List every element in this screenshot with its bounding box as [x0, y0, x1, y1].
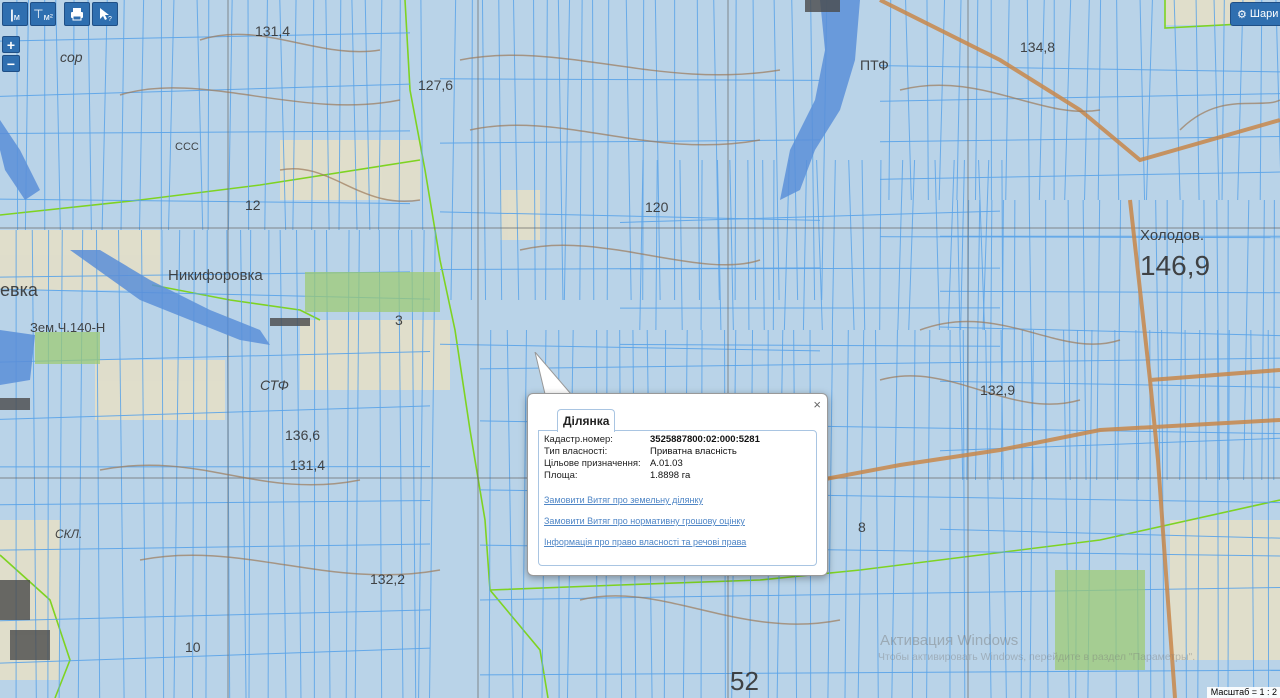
map-label: 132,9	[980, 382, 1015, 398]
map-label: ССС	[175, 141, 199, 153]
map-label: евка	[0, 280, 39, 300]
map-label: 132,2	[370, 571, 405, 587]
map-label: 8	[858, 519, 866, 535]
map-label: сор	[60, 49, 83, 65]
info-label: Цільове призначення:	[544, 458, 641, 469]
identify-button[interactable]: ?	[92, 2, 118, 26]
info-label: Площа:	[544, 470, 578, 481]
map-label: 52	[730, 666, 759, 696]
measure-length-label: м	[13, 12, 20, 22]
layers-label: Шари	[1249, 8, 1279, 20]
parcel-popup: × Ділянка Кадастр.номер: 3525887800:02:0…	[527, 393, 828, 576]
info-row-purpose: Цільове призначення: A.01.03	[544, 458, 811, 470]
popup-pointer	[534, 352, 573, 396]
area-ruler-icon: ⊤	[33, 7, 44, 21]
info-label: Тип власності:	[544, 446, 608, 457]
measure-area-label: м²	[43, 12, 53, 22]
zoom-control: + −	[2, 36, 20, 72]
order-valuation-extract-link[interactable]: Замовити Витяг про нормативну грошову оц…	[544, 516, 811, 526]
scale-label: Масштаб = 1 : 2	[1206, 687, 1280, 698]
cursor-help-icon: ?	[100, 8, 112, 22]
map-label: Никифоровка	[168, 267, 263, 284]
map-label: 146,9	[1140, 250, 1210, 281]
map-label: 131,4	[255, 23, 290, 39]
tab-parcel[interactable]: Ділянка	[557, 409, 616, 432]
map-label: 136,6	[285, 427, 320, 443]
gear-icon: ⚙	[1237, 8, 1247, 21]
zoom-out-button[interactable]: −	[2, 55, 20, 72]
cadastral-map[interactable]: 131,4 сор 127,6 ПТФ 134,8 ССС 12 120 Ник…	[0, 0, 1280, 698]
map-label: 10	[185, 639, 201, 655]
zoom-in-button[interactable]: +	[2, 36, 20, 53]
map-label: Холодов.	[1140, 227, 1204, 244]
map-label: СКЛ.	[55, 527, 82, 541]
info-row-ownership: Тип власності: Приватна власність	[544, 446, 811, 458]
parcel-info: Кадастр.номер: 3525887800:02:000:5281 Ти…	[538, 430, 817, 566]
map-label: 3	[395, 312, 403, 328]
order-parcel-extract-link[interactable]: Замовити Витяг про земельну ділянку	[544, 495, 811, 505]
windows-activation-subtitle: Чтобы активировать Windows, перейдите в …	[878, 651, 1196, 663]
info-label: Кадастр.номер:	[544, 434, 613, 445]
measure-toolbar: | м ⊤ м²	[2, 2, 56, 26]
print-button[interactable]	[64, 2, 90, 26]
close-icon[interactable]: ×	[813, 397, 821, 412]
svg-text:?: ?	[108, 16, 112, 22]
map-label: 134,8	[1020, 39, 1055, 55]
map-label: 131,4	[290, 457, 325, 473]
map-label: Зем.Ч.140-Н	[30, 320, 105, 335]
info-row-area: Площа: 1.8898 га	[544, 470, 811, 482]
parcel-area: 1.8898 га	[650, 470, 691, 481]
tools-toolbar: ?	[64, 2, 118, 26]
measure-area-button[interactable]: ⊤ м²	[30, 2, 56, 26]
print-icon	[71, 8, 83, 21]
measure-length-button[interactable]: | м	[2, 2, 28, 26]
map-label: 120	[645, 199, 669, 215]
layers-button[interactable]: ⚙ Шари	[1230, 2, 1280, 26]
map-label: ПТФ	[860, 57, 889, 73]
info-row-cadastral: Кадастр.номер: 3525887800:02:000:5281	[544, 434, 811, 446]
map-label: 12	[245, 197, 261, 213]
purpose-code: A.01.03	[650, 458, 683, 469]
ownership-info-link[interactable]: Інформація про право власності та речові…	[544, 537, 811, 547]
cadastral-number: 3525887800:02:000:5281	[650, 434, 760, 445]
ownership-type: Приватна власність	[650, 446, 737, 457]
map-label: СТФ	[260, 377, 289, 393]
map-label: 127,6	[418, 77, 453, 93]
